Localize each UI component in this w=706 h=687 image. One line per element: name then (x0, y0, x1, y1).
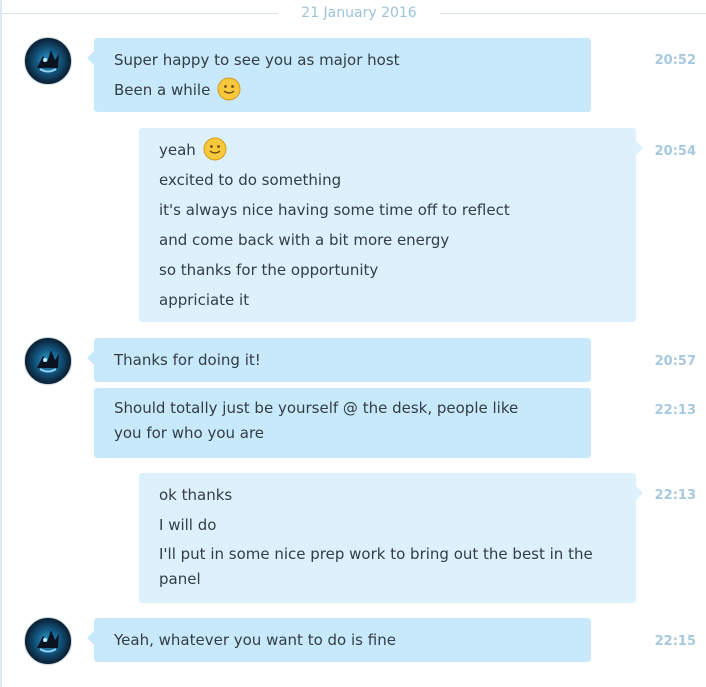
message-text: Should totally just be yourself @ the de… (114, 399, 519, 442)
date-label: 21 January 2016 (301, 5, 417, 21)
message-timestamp: 22:13 (654, 403, 696, 418)
message-bubble-incoming[interactable]: Thanks for doing it! (87, 338, 591, 382)
message-bubble-outgoing[interactable]: ok thanks I will do I'll put in some nic… (139, 473, 643, 603)
message-text: I'll put in some nice prep work to bring… (159, 545, 593, 588)
message-text: and come back with a bit more energy (159, 231, 450, 249)
message-timestamp: 20:57 (654, 354, 696, 369)
separator-line-left (2, 13, 278, 14)
smiley-emoji-icon (217, 77, 241, 100)
message-text: I will do (159, 516, 217, 534)
message-text: yeah (159, 141, 196, 159)
message-text: it's always nice having some time off to… (159, 201, 510, 219)
chat-conversation: 21 January 2016 Super happy to see you a… (0, 0, 706, 687)
message-bubble-incoming[interactable]: Super happy to see you as major host Bee… (87, 38, 591, 112)
message-line: Been a while (114, 75, 571, 105)
contact-avatar-icon[interactable] (24, 617, 72, 665)
contact-avatar-icon[interactable] (24, 337, 72, 385)
message-timestamp: 22:15 (654, 634, 696, 649)
message-text: appriciate it (159, 291, 250, 309)
message-bubble-incoming[interactable]: Should totally just be yourself @ the de… (94, 388, 591, 458)
contact-avatar-icon[interactable] (24, 37, 72, 85)
message-text: Yeah, whatever you want to do is fine (114, 631, 396, 649)
message-text: Thanks for doing it! (114, 351, 261, 369)
smiley-emoji-icon (203, 137, 227, 160)
message-line: yeah (159, 135, 616, 165)
message-text: Been a while (114, 81, 211, 99)
message-bubble-incoming[interactable]: Yeah, whatever you want to do is fine (87, 618, 591, 662)
message-text: so thanks for the opportunity (159, 261, 379, 279)
separator-line-right (440, 13, 706, 14)
message-timestamp: 22:13 (654, 488, 696, 503)
date-separator: 21 January 2016 (2, 0, 706, 28)
message-text: ok thanks (159, 486, 233, 504)
message-timestamp: 20:52 (654, 53, 696, 68)
message-timestamp: 20:54 (654, 144, 696, 159)
message-text: Super happy to see you as major host (114, 51, 400, 69)
message-bubble-outgoing[interactable]: yeah excited to do something it's always… (139, 128, 643, 322)
message-text: excited to do something (159, 171, 342, 189)
